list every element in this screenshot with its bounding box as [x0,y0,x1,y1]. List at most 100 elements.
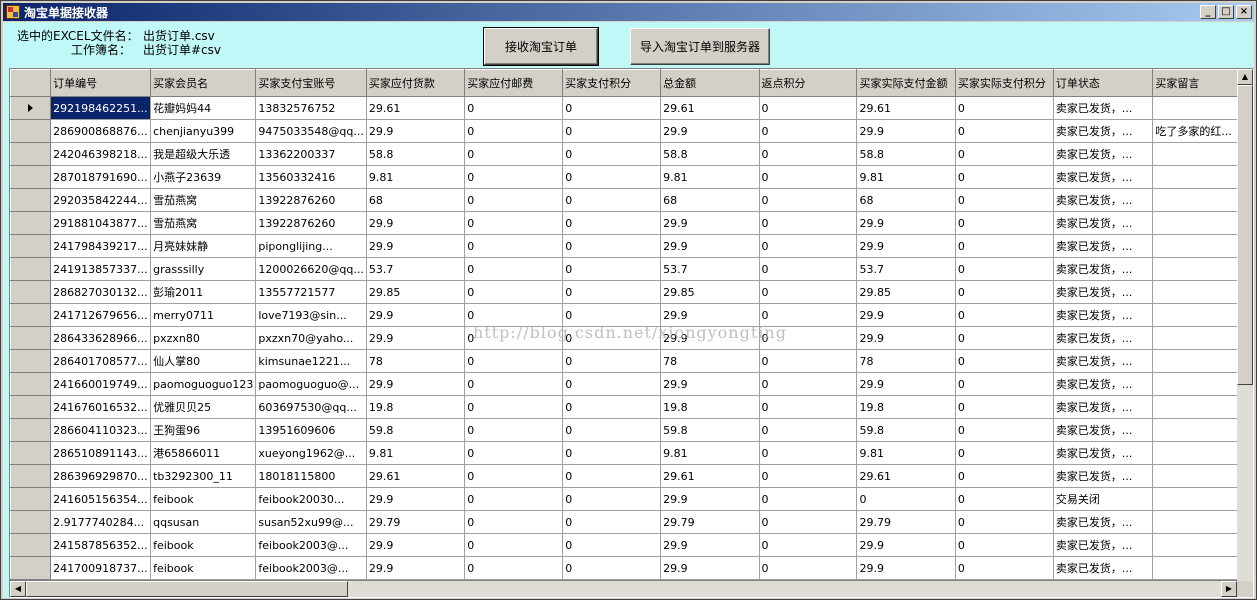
table-cell[interactable]: 0 [758,119,858,143]
table-row[interactable]: 286900868876... chenjianyu399 9475033548@q… [10,119,1253,143]
table-cell[interactable]: 29.79 [856,510,956,534]
table-cell[interactable]: merry0711 [150,303,257,327]
row-header-corner[interactable] [10,69,52,97]
table-cell[interactable]: qqsusan [150,510,257,534]
row-header[interactable] [10,142,52,166]
table-row[interactable]: 241605156354... feibook feibook20030... 29.… [10,487,1253,511]
table-cell[interactable]: 241712679656... [50,303,152,327]
table-cell[interactable]: 13951609606 [255,418,367,442]
table-cell[interactable]: 29.61 [365,464,466,488]
table-cell[interactable]: pxzxn70@yaho... [255,326,367,350]
table-cell[interactable]: 0 [562,211,662,235]
table-cell[interactable]: love7193@sin... [255,303,367,327]
table-cell[interactable]: 0 [954,280,1054,304]
table-cell[interactable]: 29.61 [660,464,760,488]
table-row[interactable]: 241676016532... 优雅贝贝25 603697530@qq... 19.8… [10,395,1253,419]
table-cell[interactable]: 29.9 [365,303,466,327]
row-header[interactable] [10,464,52,488]
close-button[interactable]: × [1236,5,1252,19]
table-cell[interactable]: 彭瑜2011 [150,280,257,304]
table-cell[interactable]: 29.9 [660,119,760,143]
table-cell[interactable]: 9.81 [856,165,956,189]
table-cell[interactable]: 53.7 [856,257,956,281]
table-cell[interactable]: 卖家已发货，... [1052,211,1154,235]
table-cell[interactable]: feibook20030... [255,487,367,511]
table-row[interactable]: 242046398218... 我是超级大乐透 13362200337 58.8 0 0 5… [10,142,1253,166]
table-cell[interactable]: 卖家已发货，... [1052,188,1154,212]
table-cell[interactable]: 286900868876... [50,119,152,143]
table-cell[interactable]: 59.8 [856,418,956,442]
table-cell[interactable]: 29.79 [660,510,760,534]
column-header[interactable]: 买家会员名 [150,69,257,97]
row-header[interactable] [10,441,52,465]
table-cell[interactable]: feibook2003@... [255,556,367,580]
table-cell[interactable]: 卖家已发货，... [1052,349,1154,373]
table-row[interactable]: 2.9177740284... qqsusan susan52xu99@... 29.… [10,510,1253,534]
table-cell[interactable]: 卖家已发货，... [1052,165,1154,189]
table-cell[interactable]: 241605156354... [50,487,152,511]
table-cell[interactable]: 53.7 [660,257,760,281]
table-cell[interactable]: 13560332416 [255,165,367,189]
table-cell[interactable]: 58.8 [660,142,760,166]
table-cell[interactable]: 0 [954,303,1054,327]
table-cell[interactable]: 286396929870... [50,464,152,488]
table-cell[interactable]: 29.9 [856,303,956,327]
table-cell[interactable]: feibook [150,556,257,580]
table-cell[interactable]: 0 [464,188,564,212]
column-header[interactable]: 买家实际支付金额 [856,69,956,97]
table-cell[interactable]: 0 [562,487,662,511]
table-cell[interactable]: 0 [562,372,662,396]
table-cell[interactable]: 小燕子23639 [150,165,257,189]
table-cell[interactable]: 0 [464,556,564,580]
table-cell[interactable]: 0 [758,165,858,189]
table-cell[interactable]: 9.81 [660,441,760,465]
table-cell[interactable]: 29.61 [365,96,466,120]
table-cell[interactable]: 卖家已发货，... [1052,372,1154,396]
table-cell[interactable]: 0 [758,510,858,534]
table-cell[interactable]: 0 [464,533,564,557]
table-cell[interactable]: 0 [954,395,1054,419]
table-cell[interactable]: 0 [758,349,858,373]
table-cell[interactable]: 0 [758,96,858,120]
table-cell[interactable]: 0 [954,441,1054,465]
table-cell[interactable]: 9475033548@qq... [255,119,367,143]
table-cell[interactable]: 0 [954,119,1054,143]
row-header[interactable] [10,556,52,580]
table-cell[interactable]: 0 [758,234,858,258]
table-cell[interactable]: 292198462251... [50,96,152,120]
table-cell[interactable]: 0 [954,142,1054,166]
row-header[interactable] [10,349,52,373]
import-orders-button[interactable]: 导入淘宝订单到服务器 [630,28,770,65]
table-cell[interactable]: 19.8 [365,395,466,419]
scroll-left-button[interactable]: ◀ [10,581,26,597]
table-cell[interactable]: 0 [954,211,1054,235]
table-cell[interactable]: 我是超级大乐透 [150,142,257,166]
table-cell[interactable]: 0 [758,303,858,327]
table-cell[interactable]: 241660019749... [50,372,152,396]
table-cell[interactable]: 29.9 [856,211,956,235]
table-cell[interactable]: 交易关闭 [1052,487,1154,511]
table-row[interactable]: 291881043877... 雪茄燕窝 13922876260 29.9 0 0 29.9… [10,211,1253,235]
table-cell[interactable]: 13832576752 [255,96,367,120]
horizontal-scroll-thumb[interactable] [26,581,348,597]
table-cell[interactable]: 仙人掌80 [150,349,257,373]
table-cell[interactable]: 68 [856,188,956,212]
table-cell[interactable]: 雪茄燕窝 [150,188,257,212]
table-cell[interactable]: 13557721577 [255,280,367,304]
table-cell[interactable]: 卖家已发货，... [1052,303,1154,327]
column-header[interactable]: 返点积分 [758,69,858,97]
table-cell[interactable]: 603697530@qq... [255,395,367,419]
table-cell[interactable]: 港65866011 [150,441,257,465]
table-cell[interactable]: 29.9 [365,119,466,143]
table-cell[interactable]: 58.8 [856,142,956,166]
row-header[interactable] [10,257,52,281]
column-header[interactable]: 订单编号 [50,69,152,97]
table-cell[interactable]: 0 [562,533,662,557]
table-cell[interactable]: 78 [365,349,466,373]
table-cell[interactable]: 0 [758,142,858,166]
table-row[interactable]: 241712679656... merry0711 love7193@sin... 2… [10,303,1253,327]
table-cell[interactable]: 卖家已发货，... [1052,142,1154,166]
table-cell[interactable]: 0 [954,257,1054,281]
table-cell[interactable]: 0 [464,257,564,281]
table-cell[interactable]: 月亮妹妹静 [150,234,257,258]
